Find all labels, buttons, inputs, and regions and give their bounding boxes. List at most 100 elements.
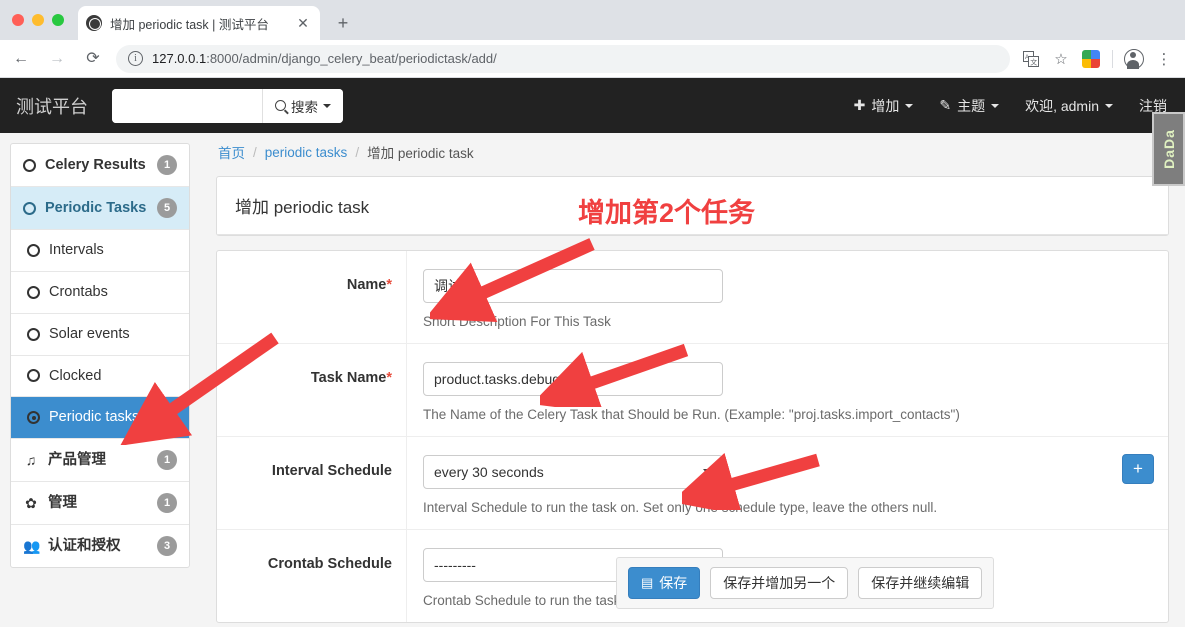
- music-note-icon: ♫: [25, 452, 37, 469]
- task-name-input[interactable]: [423, 362, 723, 396]
- browser-tab[interactable]: 增加 periodic task | 测试平台 ✕: [78, 6, 320, 40]
- breadcrumb-parent[interactable]: periodic tasks: [265, 145, 348, 160]
- tab-title: 增加 periodic task | 测试平台: [110, 17, 269, 32]
- form-label-text: Interval Schedule: [271, 463, 392, 479]
- form-field-task-name: The Name of the Celery Task that Should …: [407, 344, 1168, 436]
- site-header: 测试平台 搜索 ✚ 增加 ✎ 主题 欢迎, admin 注销: [0, 78, 1185, 133]
- address-bar[interactable]: i 127.0.0.1:8000/admin/django_celery_bea…: [116, 44, 1010, 73]
- url-host: 127.0.0.1: [152, 51, 207, 66]
- forward-button[interactable]: →: [42, 44, 72, 74]
- form-field-name: Short Description For This Task: [407, 251, 1168, 343]
- breadcrumb-home[interactable]: 首页: [218, 142, 245, 162]
- form-row-name: Name* Short Description For This Task: [217, 251, 1168, 344]
- form-label-text: Task Name: [310, 370, 387, 386]
- ring-icon: [23, 201, 36, 215]
- add-interval-schedule-button[interactable]: +: [1122, 454, 1154, 484]
- sidebar-item-solar-events[interactable]: Solar events: [11, 314, 189, 356]
- sidebar-item-periodic-tasks[interactable]: Periodic tasks: [11, 397, 189, 440]
- annotation-text: 增加第2个任务: [578, 198, 756, 228]
- chevron-down-icon: [323, 103, 331, 108]
- profile-avatar-icon[interactable]: [1121, 46, 1147, 72]
- site-info-icon[interactable]: i: [128, 51, 143, 66]
- header-nav-theme[interactable]: ✎ 主题: [939, 96, 1000, 116]
- sidebar-item-celery-results[interactable]: Celery Results 1: [11, 144, 189, 187]
- address-bar-url: 127.0.0.1:8000/admin/django_celery_beat/…: [152, 51, 497, 66]
- sidebar-item-label: Celery Results: [45, 156, 146, 173]
- form-label-text: Name: [346, 277, 387, 293]
- side-tab-widget[interactable]: DaDa: [1152, 112, 1185, 186]
- ring-icon: [23, 158, 36, 172]
- header-nav-add[interactable]: ✚ 增加: [854, 96, 914, 116]
- interval-schedule-select[interactable]: every 30 seconds: [423, 455, 723, 489]
- new-tab-icon[interactable]: +: [332, 12, 354, 34]
- save-and-continue-button[interactable]: 保存并继续编辑: [858, 567, 983, 599]
- sidebar-item-label: 管理: [48, 494, 77, 511]
- sidebar-item-intervals[interactable]: Intervals: [11, 230, 189, 272]
- svg-text:文: 文: [1030, 57, 1037, 66]
- site-search: 搜索: [112, 88, 343, 123]
- save-disk-icon: ▤: [641, 575, 654, 590]
- header-nav-user[interactable]: 欢迎, admin: [1025, 96, 1113, 116]
- site-brand[interactable]: 测试平台: [16, 93, 88, 119]
- interval-schedule-help-text: Interval Schedule to run the task on. Se…: [423, 500, 938, 515]
- chevron-down-icon: [1105, 103, 1113, 108]
- form-row-task-name: Task Name* The Name of the Celery Task t…: [217, 344, 1168, 437]
- svg-text:A: A: [1025, 55, 1029, 61]
- reload-button[interactable]: ⟳: [78, 44, 108, 74]
- form-label-text: Crontab Schedule: [267, 556, 392, 572]
- header-nav-user-label: 欢迎, admin: [1025, 97, 1099, 114]
- form-submit-bar: ▤ 保存 保存并增加另一个 保存并继续编辑: [616, 557, 995, 609]
- header-nav: ✚ 增加 ✎ 主题 欢迎, admin 注销: [854, 96, 1185, 116]
- browser-menu-icon[interactable]: ⋮: [1151, 46, 1177, 72]
- header-nav-theme-label: 主题: [957, 97, 986, 114]
- ring-icon: [27, 327, 40, 341]
- required-marker: *: [386, 277, 392, 293]
- translate-icon[interactable]: 文A: [1018, 46, 1044, 72]
- search-icon: [275, 100, 286, 111]
- sidebar-badge: 1: [157, 450, 177, 471]
- pencil-icon: ✎: [939, 97, 952, 113]
- maximize-window-button[interactable]: [52, 14, 64, 26]
- sidebar-item-product-management[interactable]: ♫ 产品管理 1: [11, 439, 189, 483]
- browser-tab-bar: 增加 periodic task | 测试平台 ✕ +: [0, 0, 1185, 40]
- close-window-button[interactable]: [12, 14, 24, 26]
- side-tab-widget-label: DaDa: [1160, 129, 1177, 169]
- sidebar-item-label: Periodic Tasks: [45, 199, 147, 216]
- minimize-window-button[interactable]: [32, 14, 44, 26]
- sidebar: Celery Results 1 Periodic Tasks 5 Interv…: [10, 143, 190, 569]
- sidebar-item-label: Periodic tasks: [49, 409, 140, 426]
- globe-favicon-icon: [86, 15, 102, 31]
- sidebar-item-auth[interactable]: 👥 认证和授权 3: [11, 525, 189, 567]
- form-field-interval-schedule: every 30 seconds Interval Schedule to ru…: [407, 437, 1168, 529]
- save-button[interactable]: ▤ 保存: [628, 567, 701, 599]
- search-button[interactable]: 搜索: [262, 88, 343, 123]
- close-tab-icon[interactable]: ✕: [294, 14, 312, 32]
- toolbar-divider: [1112, 49, 1113, 68]
- form-row-interval-schedule: Interval Schedule every 30 seconds Inter…: [217, 437, 1168, 530]
- breadcrumb-current: 增加 periodic task: [367, 146, 474, 161]
- save-and-add-another-button[interactable]: 保存并增加另一个: [710, 567, 849, 599]
- breadcrumb-separator: /: [355, 144, 360, 160]
- chevron-down-icon: [905, 103, 914, 108]
- bookmark-star-icon[interactable]: ☆: [1048, 46, 1074, 72]
- sidebar-item-label: Solar events: [49, 325, 130, 342]
- required-marker: *: [386, 370, 392, 386]
- extension-icon[interactable]: [1078, 46, 1104, 72]
- browser-toolbar: ← → ⟳ i 127.0.0.1:8000/admin/django_cele…: [0, 40, 1185, 78]
- sidebar-item-management[interactable]: ✿ 管理 1: [11, 482, 189, 526]
- sidebar-badge: 1: [157, 493, 177, 514]
- ring-icon: [27, 243, 40, 257]
- sidebar-item-label: 产品管理: [48, 451, 106, 468]
- sidebar-item-crontabs[interactable]: Crontabs: [11, 272, 189, 314]
- url-path: :8000/admin/django_celery_beat/periodict…: [206, 51, 497, 66]
- back-button[interactable]: ←: [6, 44, 36, 74]
- form-label-name: Name *: [217, 251, 407, 343]
- sidebar-badge: 1: [157, 155, 177, 175]
- interval-schedule-select-wrap: every 30 seconds: [423, 455, 723, 489]
- search-input[interactable]: [112, 88, 262, 123]
- sidebar-item-clocked[interactable]: Clocked: [11, 356, 189, 398]
- sidebar-badge: 5: [157, 198, 177, 218]
- name-input[interactable]: [423, 269, 723, 303]
- sidebar-item-periodic-tasks-group[interactable]: Periodic Tasks 5: [11, 187, 189, 230]
- header-nav-add-label: 增加: [871, 97, 900, 114]
